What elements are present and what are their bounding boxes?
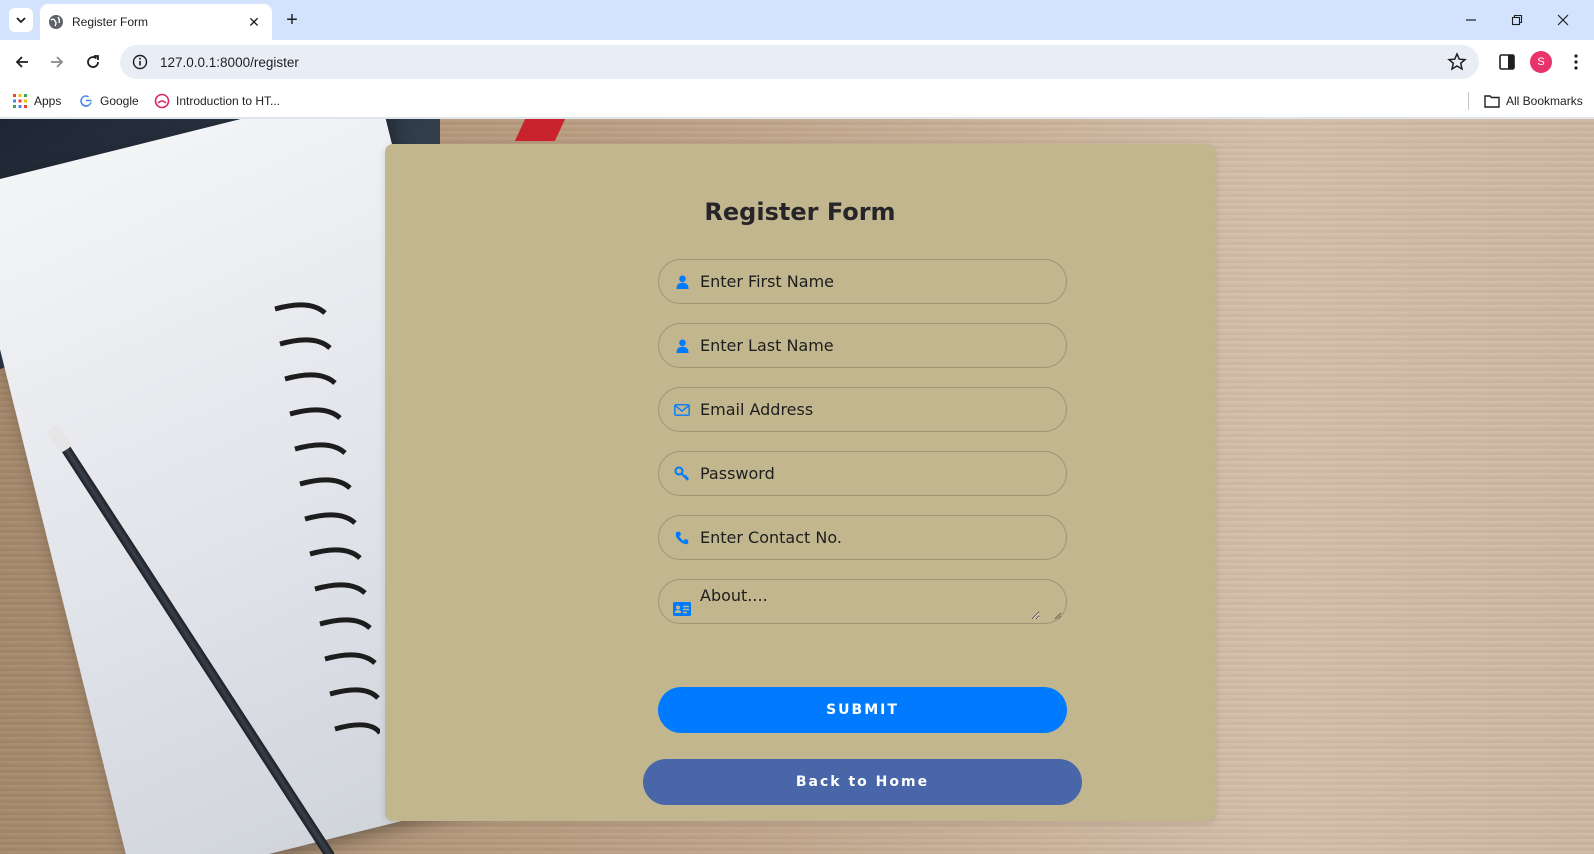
- browser-toolbar: 127.0.0.1:8000/register S: [0, 40, 1594, 84]
- site-icon: [154, 93, 170, 109]
- password-field[interactable]: [658, 451, 1067, 496]
- tab-search-button[interactable]: [9, 8, 33, 32]
- password-input[interactable]: [700, 464, 1040, 483]
- bookmark-star-icon[interactable]: [1447, 52, 1467, 72]
- key-icon: [673, 465, 691, 483]
- reload-icon: [87, 55, 99, 68]
- tab-strip: Register Form ✕ +: [0, 0, 1594, 40]
- restore-icon: [1511, 14, 1523, 26]
- bookmark-apps[interactable]: Apps: [12, 90, 61, 112]
- site-info-icon[interactable]: [130, 52, 150, 72]
- globe-icon: [49, 15, 63, 29]
- spiral-binding-image: [274, 302, 380, 735]
- user-icon: [673, 337, 691, 355]
- more-vertical-icon: [1574, 54, 1578, 70]
- last-name-field[interactable]: [658, 323, 1067, 368]
- minimize-button[interactable]: [1448, 6, 1494, 34]
- browser-menu-button[interactable]: [1566, 52, 1586, 72]
- apps-grid-icon: [12, 93, 28, 109]
- register-card: Register Form Enter First Name Enter Las…: [385, 144, 1215, 821]
- id-card-icon: [673, 600, 691, 618]
- resize-handle-icon[interactable]: [1054, 612, 1062, 620]
- close-tab-icon[interactable]: ✕: [246, 14, 262, 30]
- about-field[interactable]: [658, 579, 1067, 624]
- first-name-input[interactable]: [700, 272, 1040, 291]
- forward-button[interactable]: [43, 48, 71, 76]
- bookmark-label: Introduction to HT...: [176, 94, 281, 108]
- side-panel-icon[interactable]: [1497, 52, 1517, 72]
- bookmarks-bar: Apps Google Introduction to HT... All Bo…: [0, 84, 1594, 118]
- contact-input[interactable]: [700, 528, 1040, 547]
- bookmark-introduction[interactable]: Introduction to HT...: [154, 90, 280, 112]
- email-field[interactable]: [658, 387, 1067, 432]
- bookmarks-divider: [1468, 92, 1469, 110]
- contact-field[interactable]: [658, 515, 1067, 560]
- arrow-right-icon: [51, 56, 64, 68]
- envelope-icon: [673, 401, 691, 419]
- email-input[interactable]: [700, 400, 1040, 419]
- user-icon: [673, 273, 691, 291]
- google-icon: [78, 93, 94, 109]
- about-textarea[interactable]: [700, 586, 1040, 620]
- bookmark-label: Apps: [34, 94, 62, 108]
- restore-button[interactable]: [1494, 6, 1540, 34]
- address-bar[interactable]: 127.0.0.1:8000/register: [120, 45, 1479, 79]
- active-tab[interactable]: Register Form ✕: [40, 4, 272, 40]
- all-bookmarks-label: All Bookmarks: [1506, 94, 1583, 108]
- bookmark-label: Google: [100, 94, 139, 108]
- submit-button[interactable]: SUBMIT: [658, 687, 1067, 733]
- close-window-button[interactable]: [1540, 6, 1586, 34]
- page-viewport: Register Form Enter First Name Enter Las…: [0, 119, 1594, 854]
- all-bookmarks-button[interactable]: All Bookmarks: [1484, 90, 1583, 112]
- form-title: Register Form: [704, 198, 896, 226]
- new-tab-button[interactable]: +: [281, 9, 303, 31]
- chevron-down-icon: [16, 17, 26, 24]
- profile-avatar[interactable]: S: [1530, 51, 1552, 73]
- bookmark-google[interactable]: Google: [78, 90, 139, 112]
- tab-title: Register Form: [72, 15, 149, 29]
- first-name-field[interactable]: [658, 259, 1067, 304]
- back-button[interactable]: [8, 48, 36, 76]
- last-name-input[interactable]: [700, 336, 1040, 355]
- phone-icon: [673, 529, 691, 547]
- minimize-icon: [1466, 19, 1476, 21]
- arrow-left-icon: [15, 56, 28, 68]
- folder-icon: [1484, 93, 1500, 109]
- close-icon: [1557, 14, 1569, 26]
- reload-button[interactable]: [79, 48, 107, 76]
- back-to-home-button[interactable]: Back to Home: [643, 759, 1082, 805]
- url-text: 127.0.0.1:8000/register: [160, 54, 299, 70]
